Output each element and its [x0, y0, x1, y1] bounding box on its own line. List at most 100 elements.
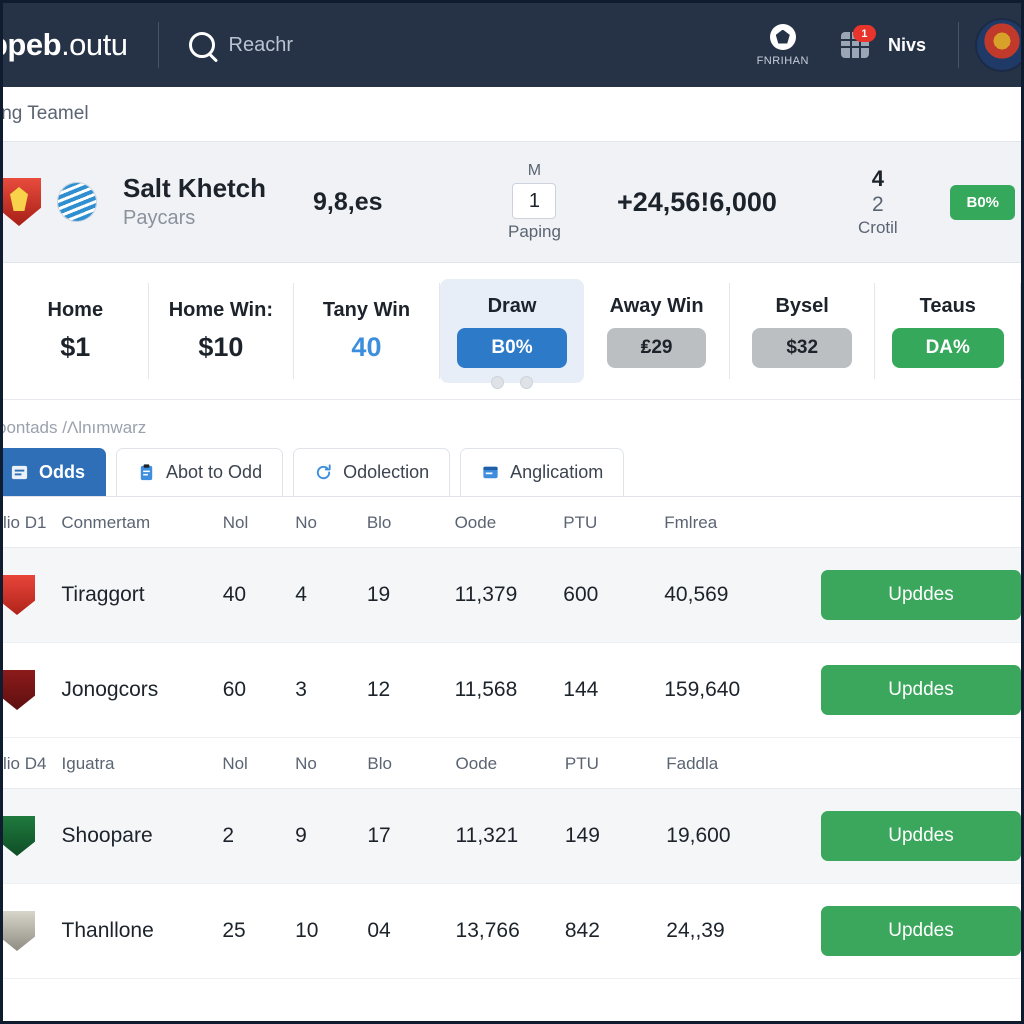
crest-red-icon [3, 575, 35, 615]
row-name: Thanllone [61, 883, 223, 979]
nav-divider-right [958, 22, 959, 68]
carousel-dot[interactable] [491, 376, 504, 389]
col-header-ptu: PTU [564, 738, 667, 789]
col-header-blo: Blo [366, 497, 455, 548]
col-header-action [821, 738, 1021, 789]
update-button[interactable]: Upddes [821, 665, 1021, 715]
breadcrumb-text: ing Teamel [0, 103, 89, 124]
row-crest-cell [3, 883, 62, 979]
tab-anglicatiom[interactable]: Anglicatiom [460, 448, 625, 496]
crest-green-icon [3, 816, 35, 856]
row-crest-cell [3, 788, 62, 884]
window-icon [483, 466, 498, 479]
row-value-no: 9 [295, 788, 368, 884]
tab-bar: Odds Abot to Odd Odolection Anglicatiom [3, 448, 1021, 497]
odds-pill-teaus[interactable]: DA% [891, 327, 1004, 368]
row-value-blo: 12 [366, 642, 455, 738]
col-header-no: No [295, 497, 367, 548]
odds-cell-away-win[interactable]: Away Win ₤29 [584, 283, 730, 379]
row-value-no: 3 [295, 642, 367, 738]
update-button[interactable]: Upddes [821, 906, 1021, 956]
row-value-oode: 11,568 [454, 642, 564, 738]
row-value-faddla: 19,600 [666, 788, 821, 884]
breadcrumb[interactable]: ing Teamel [3, 87, 1021, 141]
odds-label: Home [47, 299, 104, 321]
odds-label: Draw [487, 294, 537, 317]
match-period-label: M [527, 162, 542, 179]
row-action-cell: Upddes [821, 883, 1021, 979]
table-head: lio D4 Iguatra Nol No Blo Oode PTU Faddl… [3, 738, 1021, 789]
col-header-name: Conmertam [61, 497, 223, 548]
search-field[interactable]: Reachr [188, 32, 293, 58]
col-header-faddla: Faddla [666, 738, 821, 789]
odds-pill-draw[interactable]: B0% [457, 327, 567, 368]
table-body: Tiraggort 40 4 19 11,379 600 40,569 Updd… [3, 547, 1021, 738]
row-value-nol: 25 [222, 883, 296, 979]
row-value-ptu: 144 [563, 642, 665, 738]
col-header-fmlrea: Fmlrea [664, 497, 821, 548]
match-score: 9,8,es [313, 187, 383, 216]
table-row[interactable]: Jonogcors 60 3 12 11,568 144 159,640 Upd… [3, 642, 1021, 738]
nav-right-cluster: FNRIHAN 1 Nivs [741, 3, 1021, 87]
row-crest-cell [3, 547, 62, 643]
tab-abot-to-odd-label: Abot to Odd [166, 462, 263, 482]
odds-table-group-1: lio D1 Conmertam Nol No Blo Oode PTU Fml… [3, 497, 1021, 738]
row-action-cell: Upddes [821, 642, 1021, 738]
nav-item-notifications[interactable]: 1 Nivs [825, 25, 942, 58]
crest-maroon-icon [3, 670, 35, 710]
odds-pill-bysel[interactable]: $32 [752, 327, 853, 368]
odds-icon [11, 465, 28, 480]
search-placeholder: Reachr [228, 33, 293, 56]
odds-label: Teaus [919, 294, 976, 317]
row-value-fmlrea: 40,569 [664, 547, 821, 643]
tab-odolection[interactable]: Odolection [293, 448, 451, 496]
odds-cell-bysel[interactable]: Bysel $32 [730, 283, 876, 379]
row-name: Jonogcors [61, 642, 223, 738]
odds-cell-home-win[interactable]: Home Win: $10 [149, 283, 295, 379]
crest-gray-icon [3, 911, 35, 951]
odds-label: Home Win: [168, 299, 273, 321]
row-value-ptu: 149 [564, 788, 667, 884]
carousel-dot[interactable] [520, 376, 533, 389]
table-row[interactable]: Tiraggort 40 4 19 11,379 600 40,569 Updd… [3, 547, 1021, 643]
tab-abot-to-odd[interactable]: Abot to Odd [116, 448, 284, 496]
match-period-group: M 1 Paping [508, 162, 561, 242]
tab-odds[interactable]: Odds [3, 448, 107, 496]
odds-cell-tany-win[interactable]: Tany Win 40 [294, 283, 440, 379]
odds-cell-draw[interactable]: Draw B0% [439, 279, 585, 383]
tab-odolection-label: Odolection [343, 462, 430, 482]
match-period-caption: Paping [508, 222, 561, 241]
odds-cell-home[interactable]: Home $1 [3, 283, 149, 379]
table-row[interactable]: Thanllone 25 10 04 13,766 842 24,,39 Upd… [3, 883, 1021, 979]
avatar[interactable] [975, 18, 1021, 72]
app-logo[interactable]: ppeb.outu [3, 27, 128, 63]
odds-value: 40 [351, 332, 382, 362]
row-value-blo: 19 [366, 547, 455, 643]
globe-icon [57, 182, 97, 222]
app-window: ppeb.outu Reachr FNRIHAN 1 Nivs ing [0, 0, 1024, 1024]
row-value-fmlrea: 159,640 [664, 642, 821, 738]
row-value-oode: 11,321 [455, 788, 565, 884]
odds-cell-teaus[interactable]: Teaus DA% [875, 283, 1021, 379]
update-button[interactable]: Upddes [821, 570, 1021, 620]
update-button[interactable]: Upddes [821, 811, 1021, 861]
col-header-oode: Oode [454, 497, 564, 548]
team-subtitle: Paycars [123, 206, 196, 229]
nav-item-fixtures[interactable]: FNRIHAN [741, 23, 825, 67]
tab-anglicatiom-label: Anglicatiom [510, 462, 604, 482]
row-value-blo: 04 [367, 883, 456, 979]
odds-label: Away Win [609, 294, 704, 317]
carousel-dots [3, 376, 1021, 389]
table-row[interactable]: Shoopare 2 9 17 11,321 149 19,600 Upddes [3, 788, 1021, 884]
odds-pill-away-win[interactable]: ₤29 [606, 327, 707, 368]
match-stat-secondary: 2 [871, 193, 884, 216]
grid-icon-wrapper: 1 [840, 25, 876, 58]
match-period-input[interactable]: 1 [512, 183, 557, 219]
match-stat-caption: Crotil [858, 218, 898, 237]
col-header-nol: Nol [222, 497, 296, 548]
odds-strip: Home $1 Home Win: $10 Tany Win 40 Draw B… [3, 263, 1021, 400]
nav-item-fixtures-label: FNRIHAN [756, 54, 809, 67]
row-value-oode: 13,766 [455, 883, 565, 979]
table-header-row: lio D1 Conmertam Nol No Blo Oode PTU Fml… [3, 497, 1021, 548]
row-action-cell: Upddes [821, 547, 1021, 643]
